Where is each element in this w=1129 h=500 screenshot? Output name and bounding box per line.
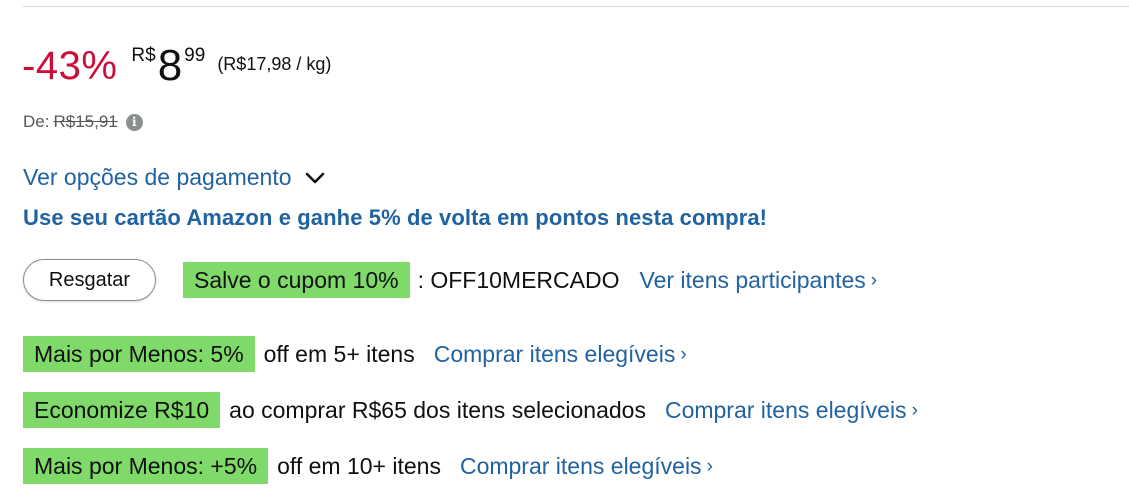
- chevron-right-icon: ›: [870, 270, 878, 291]
- chevron-right-icon: ›: [911, 400, 918, 421]
- price-block: -43% R$ 8 99 (R$17,98 / kg): [22, 36, 331, 96]
- discount-percentage: -43%: [22, 44, 118, 88]
- unit-price: (R$17,98 / kg): [217, 54, 332, 74]
- redeem-coupon-button[interactable]: Resgatar: [23, 259, 156, 301]
- shop-eligible-items-link[interactable]: Comprar itens elegíveis ›: [434, 341, 687, 368]
- shop-eligible-items-label: Comprar itens elegíveis: [459, 452, 702, 479]
- shop-eligible-items-label: Comprar itens elegíveis: [664, 396, 907, 423]
- participating-items-link[interactable]: Ver itens participantes ›: [640, 267, 878, 294]
- coupon-code: : OFF10MERCADO: [417, 266, 620, 293]
- list-price: R$15,91: [53, 112, 118, 131]
- shop-eligible-items-link[interactable]: Comprar itens elegíveis ›: [665, 397, 918, 424]
- payment-options-label: Ver opções de pagamento: [23, 163, 292, 190]
- shop-eligible-items-link[interactable]: Comprar itens elegíveis ›: [460, 453, 713, 480]
- amazon-card-promo-link[interactable]: Use seu cartão Amazon e ganhe 5% de volt…: [23, 203, 767, 233]
- promotion-description: ao comprar R$65 dos itens selecionados: [229, 396, 646, 423]
- promotion-row: Economize R$10 ao comprar R$65 dos itens…: [23, 392, 918, 428]
- current-price: R$ 8 99: [131, 36, 205, 96]
- list-price-label: De:: [23, 112, 50, 131]
- coupon-row: Resgatar Salve o cupom 10% : OFF10MERCAD…: [23, 258, 877, 302]
- price-currency-symbol: R$: [131, 45, 156, 66]
- promotion-row: Mais por Menos: 5% off em 5+ itens Compr…: [23, 336, 687, 372]
- promotion-description: off em 5+ itens: [263, 340, 415, 367]
- chevron-right-icon: ›: [680, 344, 687, 365]
- promotion-badge: Economize R$10: [23, 392, 221, 428]
- promotion-badge: Mais por Menos: +5%: [23, 448, 269, 484]
- participating-items-label: Ver itens participantes: [639, 266, 866, 293]
- top-divider: [23, 6, 1129, 7]
- price-fraction: 99: [184, 45, 206, 66]
- price-whole: 8: [157, 41, 183, 90]
- coupon-badge: Salve o cupom 10%: [183, 262, 410, 298]
- payment-options-link[interactable]: Ver opções de pagamento: [23, 162, 326, 192]
- chevron-down-icon: [305, 172, 324, 184]
- shop-eligible-items-label: Comprar itens elegíveis: [433, 340, 676, 367]
- info-icon[interactable]: i: [125, 113, 143, 131]
- list-price-row: De: R$15,91 i: [23, 109, 143, 135]
- promotion-row: Mais por Menos: +5% off em 10+ itens Com…: [23, 448, 713, 484]
- promotion-description: off em 10+ itens: [277, 452, 441, 479]
- chevron-right-icon: ›: [706, 456, 713, 477]
- promotion-badge: Mais por Menos: 5%: [23, 336, 255, 372]
